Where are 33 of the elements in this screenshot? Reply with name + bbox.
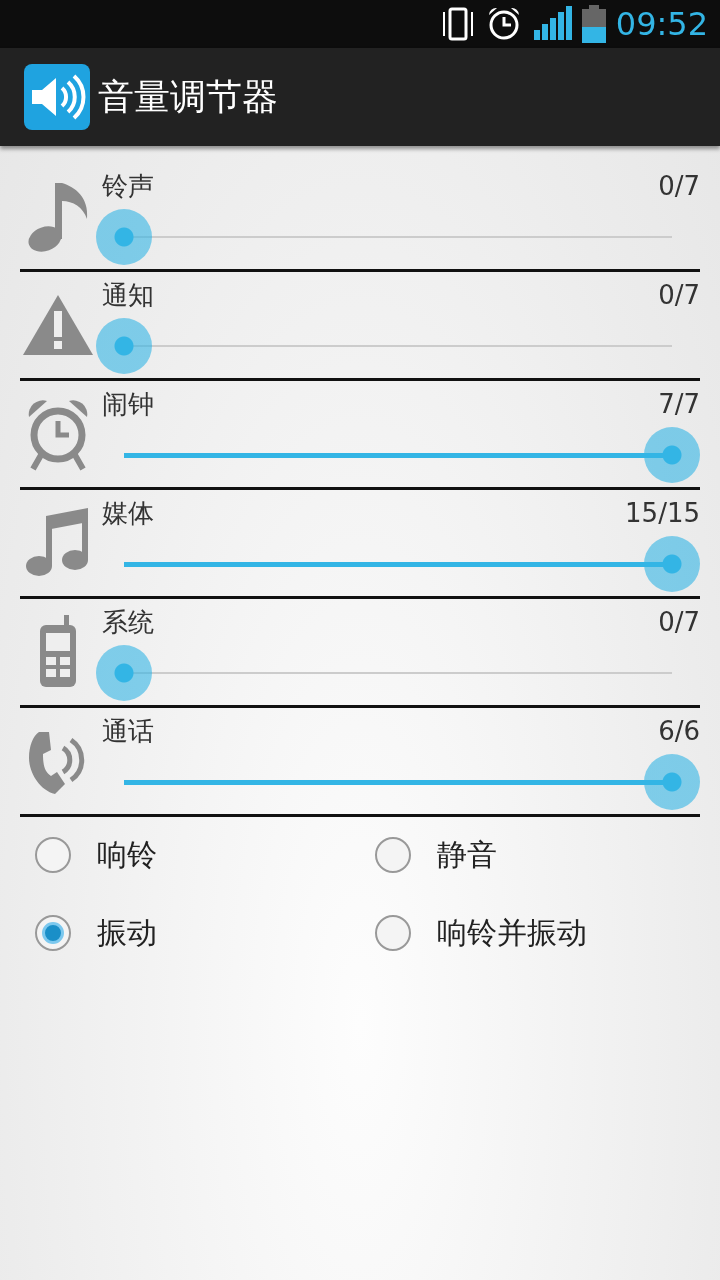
volume-reading: 0/7 bbox=[658, 171, 700, 201]
speaker-icon bbox=[24, 64, 90, 130]
volume-reading: 15/15 bbox=[625, 498, 700, 528]
volume-reading: 7/7 bbox=[658, 389, 700, 419]
app-title: 音量调节器 bbox=[98, 75, 278, 119]
slider-thumb[interactable] bbox=[96, 318, 152, 374]
radio-label: 响铃 bbox=[97, 837, 157, 873]
signal-icon bbox=[531, 6, 572, 42]
volume-label: 闹钟 bbox=[102, 389, 154, 419]
slider-thumb[interactable] bbox=[96, 645, 152, 701]
volume-label: 铃声 bbox=[102, 171, 154, 201]
volume-reading: 6/6 bbox=[658, 716, 700, 746]
volume-label: 系统 bbox=[102, 607, 154, 637]
radio-label: 振动 bbox=[97, 915, 157, 951]
slider-thumb[interactable] bbox=[644, 754, 700, 810]
radio-button[interactable] bbox=[35, 837, 71, 873]
clock-time: 09:52 bbox=[615, 8, 708, 40]
radio-button[interactable] bbox=[375, 837, 411, 873]
volume-reading: 0/7 bbox=[658, 607, 700, 637]
volume-label: 通话 bbox=[102, 716, 154, 746]
radio-button[interactable] bbox=[35, 915, 71, 951]
slider-thumb[interactable] bbox=[644, 427, 700, 483]
radio-label: 响铃并振动 bbox=[437, 915, 587, 951]
slider-thumb[interactable] bbox=[96, 209, 152, 265]
radio-button[interactable] bbox=[375, 915, 411, 951]
volume-label: 通知 bbox=[102, 280, 154, 310]
warning-icon bbox=[22, 293, 94, 357]
volume-label: 媒体 bbox=[102, 498, 154, 528]
mobile-phone-icon bbox=[38, 615, 78, 689]
radio-label: 静音 bbox=[437, 837, 497, 873]
slider-thumb[interactable] bbox=[644, 536, 700, 592]
volume-reading: 0/7 bbox=[658, 280, 700, 310]
battery-icon bbox=[581, 5, 606, 43]
